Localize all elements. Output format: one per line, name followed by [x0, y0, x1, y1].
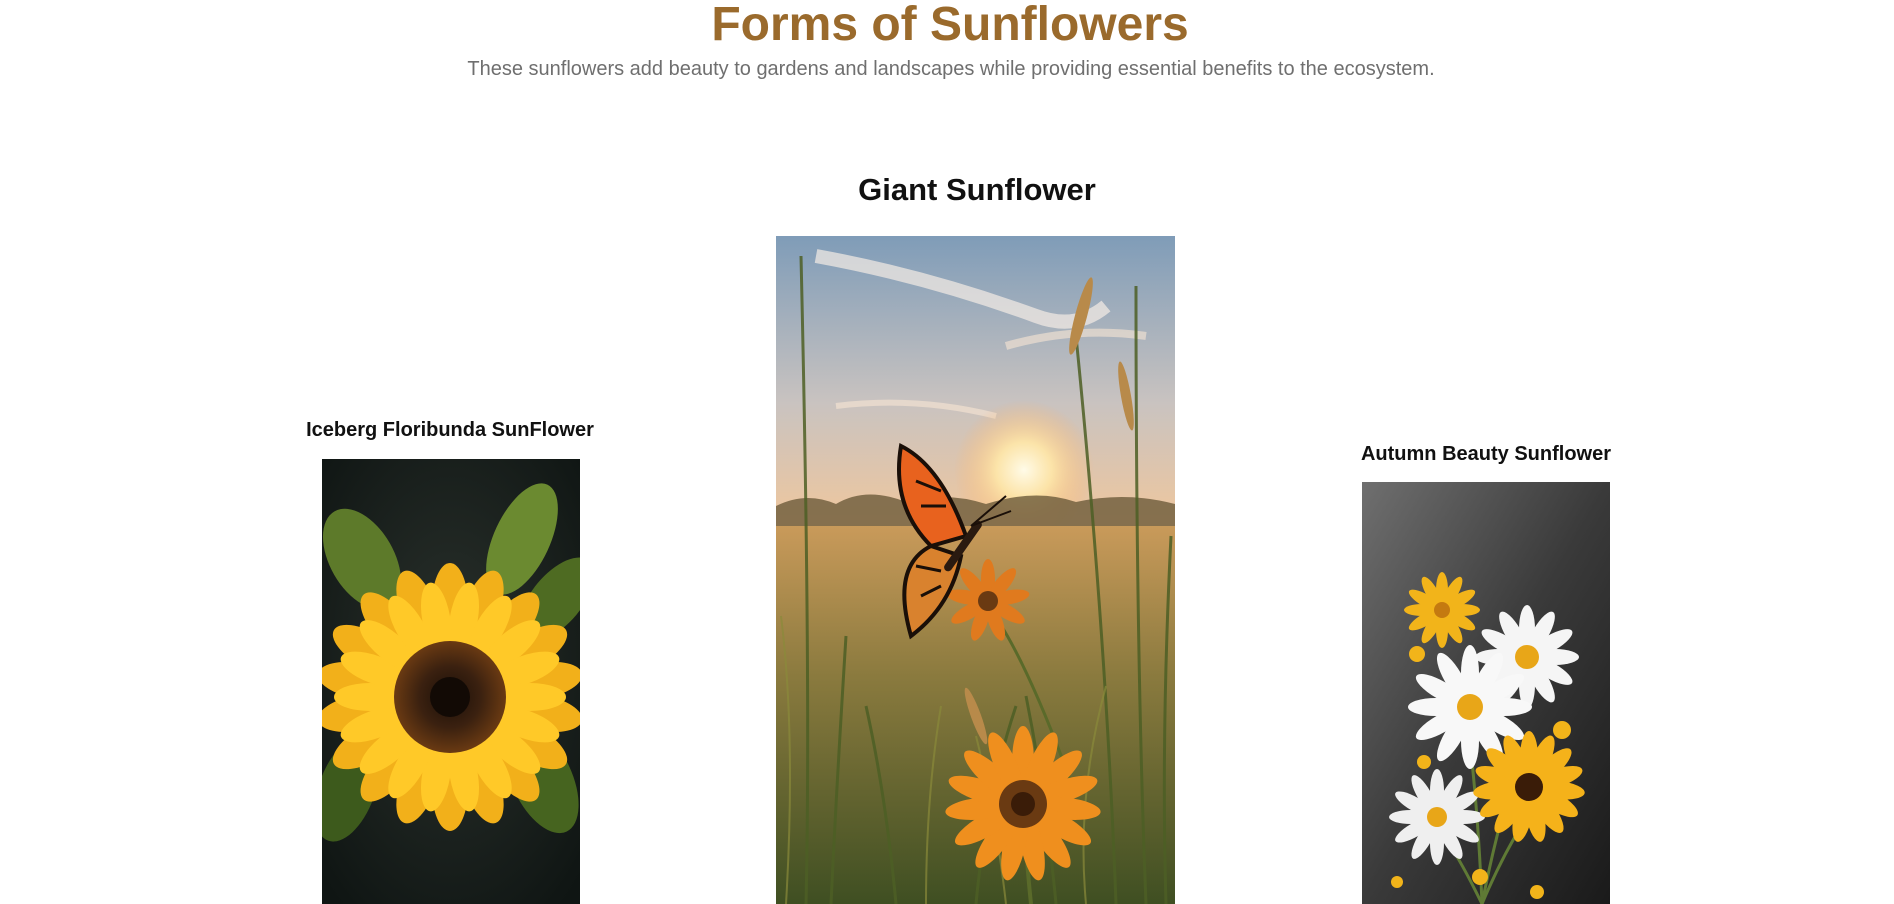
sunflower-closeup-icon: [322, 459, 580, 904]
daisy-bouquet-icon: [1362, 482, 1610, 904]
card-heading-giant-sunflower: Giant Sunflower: [858, 172, 1096, 207]
card-heading-iceberg-floribunda: Iceberg Floribunda SunFlower: [306, 419, 594, 441]
daisy-bouquet-image: [1362, 482, 1610, 904]
page-subtitle: These sunflowers add beauty to gardens a…: [467, 58, 1435, 80]
sunflower-closeup-image: [322, 459, 580, 904]
card-heading-autumn-beauty: Autumn Beauty Sunflower: [1360, 443, 1611, 465]
page: Forms of Sunflowers These sunflowers add…: [0, 0, 1894, 904]
page-title: Forms of Sunflowers: [711, 0, 1189, 51]
butterfly-meadow-image: [776, 236, 1175, 904]
butterfly-meadow-sunset-icon: [776, 236, 1175, 904]
